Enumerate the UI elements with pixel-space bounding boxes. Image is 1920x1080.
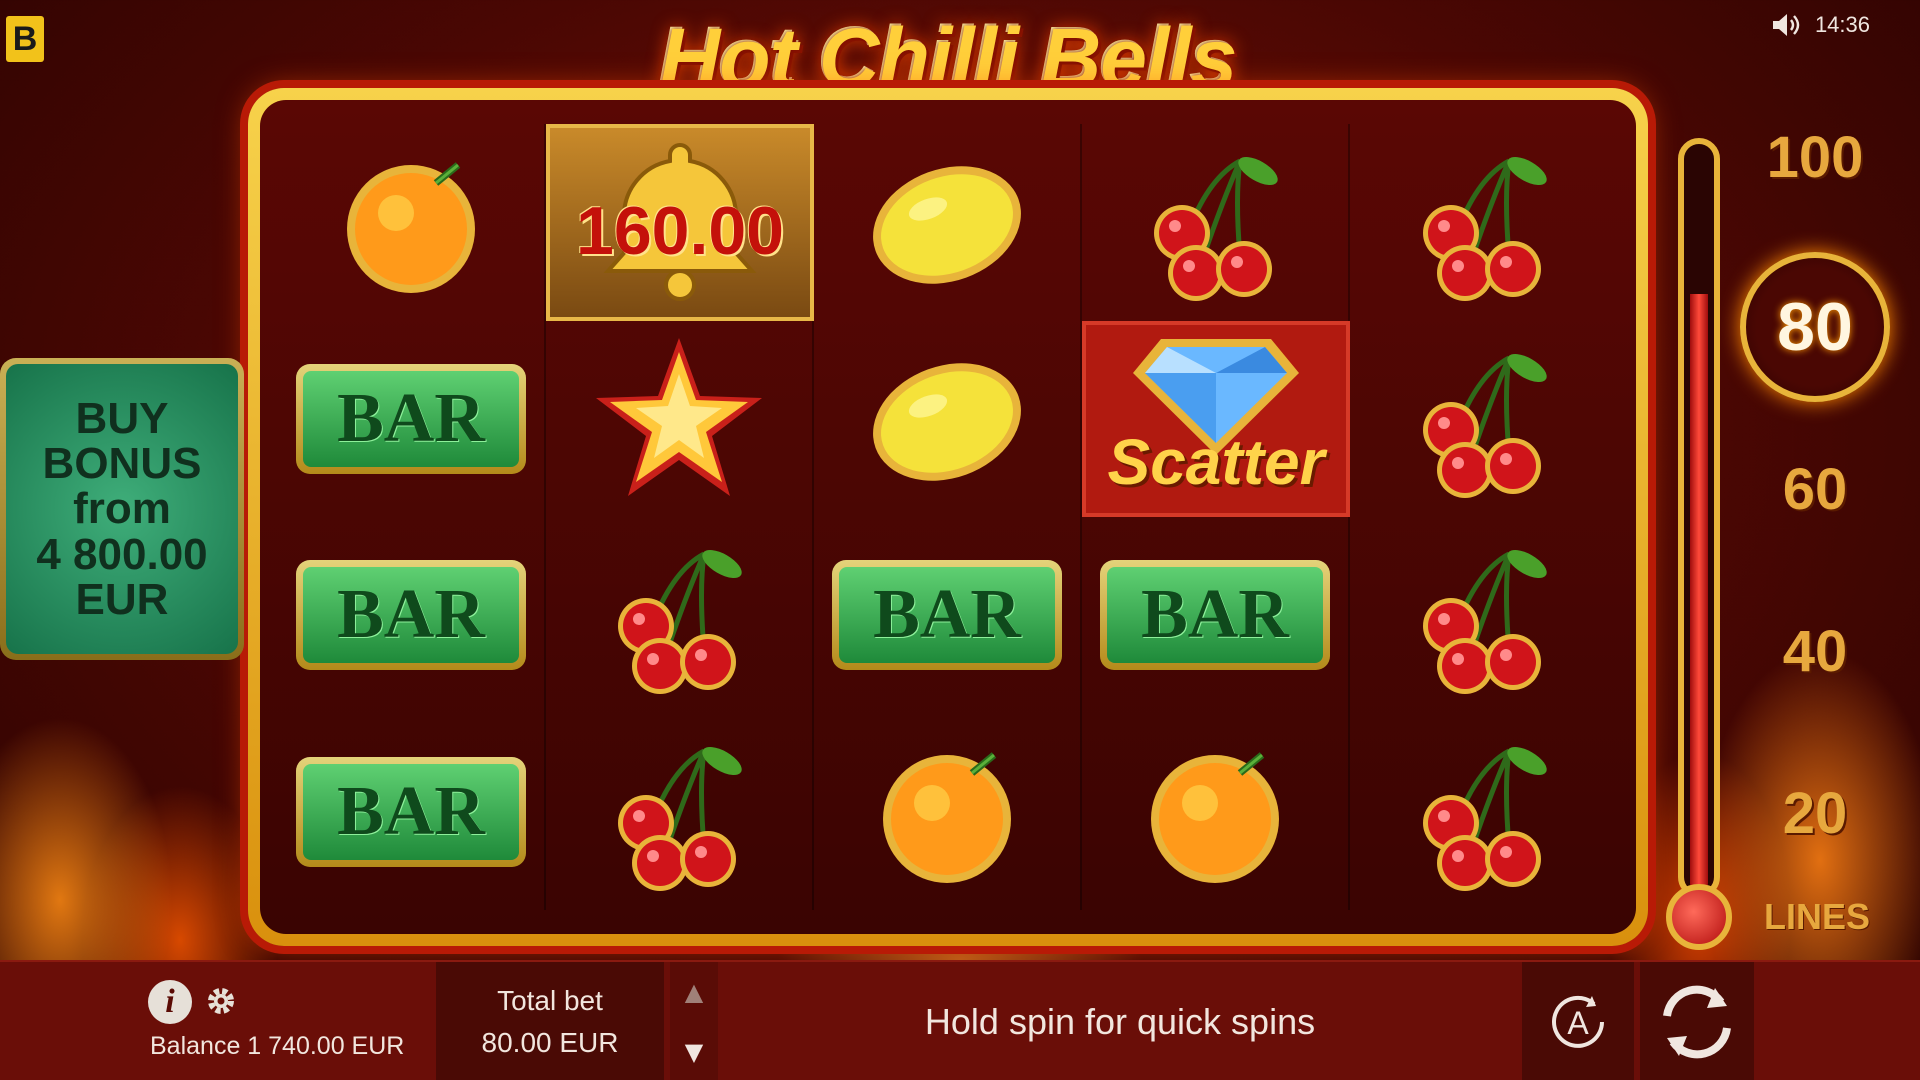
reel-cell-orange <box>1082 713 1350 910</box>
lemon-icon <box>873 166 1021 284</box>
reel-cell-bar: BAR <box>814 517 1082 714</box>
buy-bonus-line: BUY <box>75 393 169 443</box>
win-amount: 160.00 <box>576 193 784 269</box>
reel-cell-cherries <box>1350 124 1618 321</box>
bottom-bar: i Balance 1 740.00 EUR Total bet 80.00 E… <box>0 960 1920 1080</box>
reel-grid: 160.00 BAR Scatter BAR BAR BAR BAR <box>278 124 1618 910</box>
lines-option-60[interactable]: 60 <box>1750 456 1880 523</box>
total-bet-value: 80.00 EUR <box>481 1027 619 1058</box>
thermometer-bulb <box>1666 884 1732 950</box>
autoplay-button[interactable]: A <box>1522 962 1634 1080</box>
reel-cell-star <box>546 320 814 517</box>
autoplay-label: A <box>1567 1005 1589 1041</box>
lines-option-20[interactable]: 20 <box>1750 780 1880 847</box>
cherries-icon <box>1423 746 1547 891</box>
cherries-icon <box>618 550 742 695</box>
reel-cell-scatter: Scatter <box>1082 320 1350 517</box>
reel-cell-orange <box>278 124 546 321</box>
spin-icon <box>1663 985 1731 1059</box>
info-icon[interactable]: i <box>148 980 192 1024</box>
reel-cell-lemon <box>814 320 1082 517</box>
bet-decrease-button[interactable]: ▼ <box>670 1022 718 1080</box>
hint-text: Hold spin for quick spins <box>924 1001 1316 1042</box>
bar-label: BAR <box>839 567 1055 664</box>
reel-cell-cherries <box>546 713 814 910</box>
lines-option-80-selected[interactable]: 80 <box>1740 252 1890 402</box>
reel-cell-bar: BAR <box>278 517 546 714</box>
orange-icon <box>347 162 475 294</box>
total-bet-label: Total bet <box>497 985 603 1016</box>
reel-cell-bar: BAR <box>1082 517 1350 714</box>
lines-option-40[interactable]: 40 <box>1750 618 1880 685</box>
speaker-icon[interactable] <box>1771 12 1801 38</box>
buy-bonus-currency: EUR <box>75 574 169 624</box>
bar-symbol: BAR <box>296 560 526 671</box>
reel-cell-bell: 160.00 <box>546 124 814 321</box>
bar-symbol: BAR <box>296 363 526 474</box>
bet-increase-button[interactable]: ▲ <box>670 962 718 1022</box>
scatter-label: Scatter <box>1107 426 1325 498</box>
status-area: 14:36 <box>1771 12 1870 38</box>
spin-button[interactable] <box>1640 962 1754 1080</box>
reel-cell-bar: BAR <box>278 713 546 910</box>
brand-badge: B <box>6 16 44 62</box>
balance-display: Balance 1 740.00 EUR <box>150 1032 405 1060</box>
bar-symbol: BAR <box>296 756 526 867</box>
total-bet-panel: Total bet 80.00 EUR <box>436 962 664 1080</box>
lines-thermometer <box>1666 138 1732 950</box>
reel-frame: 160.00 BAR Scatter BAR BAR BAR BAR <box>248 88 1648 946</box>
bar-label: BAR <box>303 763 519 860</box>
bar-symbol: BAR <box>1100 560 1330 671</box>
bar-label: BAR <box>303 370 519 467</box>
reel-cell-bar: BAR <box>278 320 546 517</box>
bar-label: BAR <box>303 567 519 664</box>
reel-cell-cherries <box>1350 321 1618 518</box>
orange-icon <box>883 752 1011 883</box>
lemon-icon <box>873 363 1021 481</box>
lines-label: LINES <box>1763 896 1870 937</box>
reel-cell-cherries <box>1082 124 1350 321</box>
cherries-icon <box>618 746 742 891</box>
autoplay-icon: A <box>1552 995 1604 1048</box>
buy-bonus-price: 4 800.00 <box>36 529 208 579</box>
buy-bonus-button[interactable]: BUY BONUS from 4 800.00 EUR <box>0 358 244 660</box>
thermometer-fill <box>1690 293 1708 892</box>
reel-cell-cherries <box>546 517 814 714</box>
reel-cell-cherries <box>1350 517 1618 714</box>
gear-icon[interactable] <box>204 984 238 1018</box>
cherries-icon <box>1154 157 1278 302</box>
reel-cell-orange <box>814 713 1082 910</box>
star-icon <box>596 337 762 496</box>
orange-icon <box>1151 752 1279 883</box>
buy-bonus-line: from <box>73 484 171 534</box>
lines-option-100[interactable]: 100 <box>1750 124 1880 191</box>
bar-label: BAR <box>1107 567 1323 664</box>
cherries-icon <box>1423 550 1547 695</box>
reel-cell-cherries <box>1350 714 1618 911</box>
reel-cell-lemon <box>814 124 1082 321</box>
cherries-icon <box>1423 353 1547 498</box>
cherries-icon <box>1423 157 1547 302</box>
bet-stepper: ▲ ▼ <box>670 962 718 1080</box>
bar-symbol: BAR <box>832 560 1062 671</box>
clock: 14:36 <box>1814 12 1870 37</box>
buy-bonus-line: BONUS <box>42 439 202 489</box>
